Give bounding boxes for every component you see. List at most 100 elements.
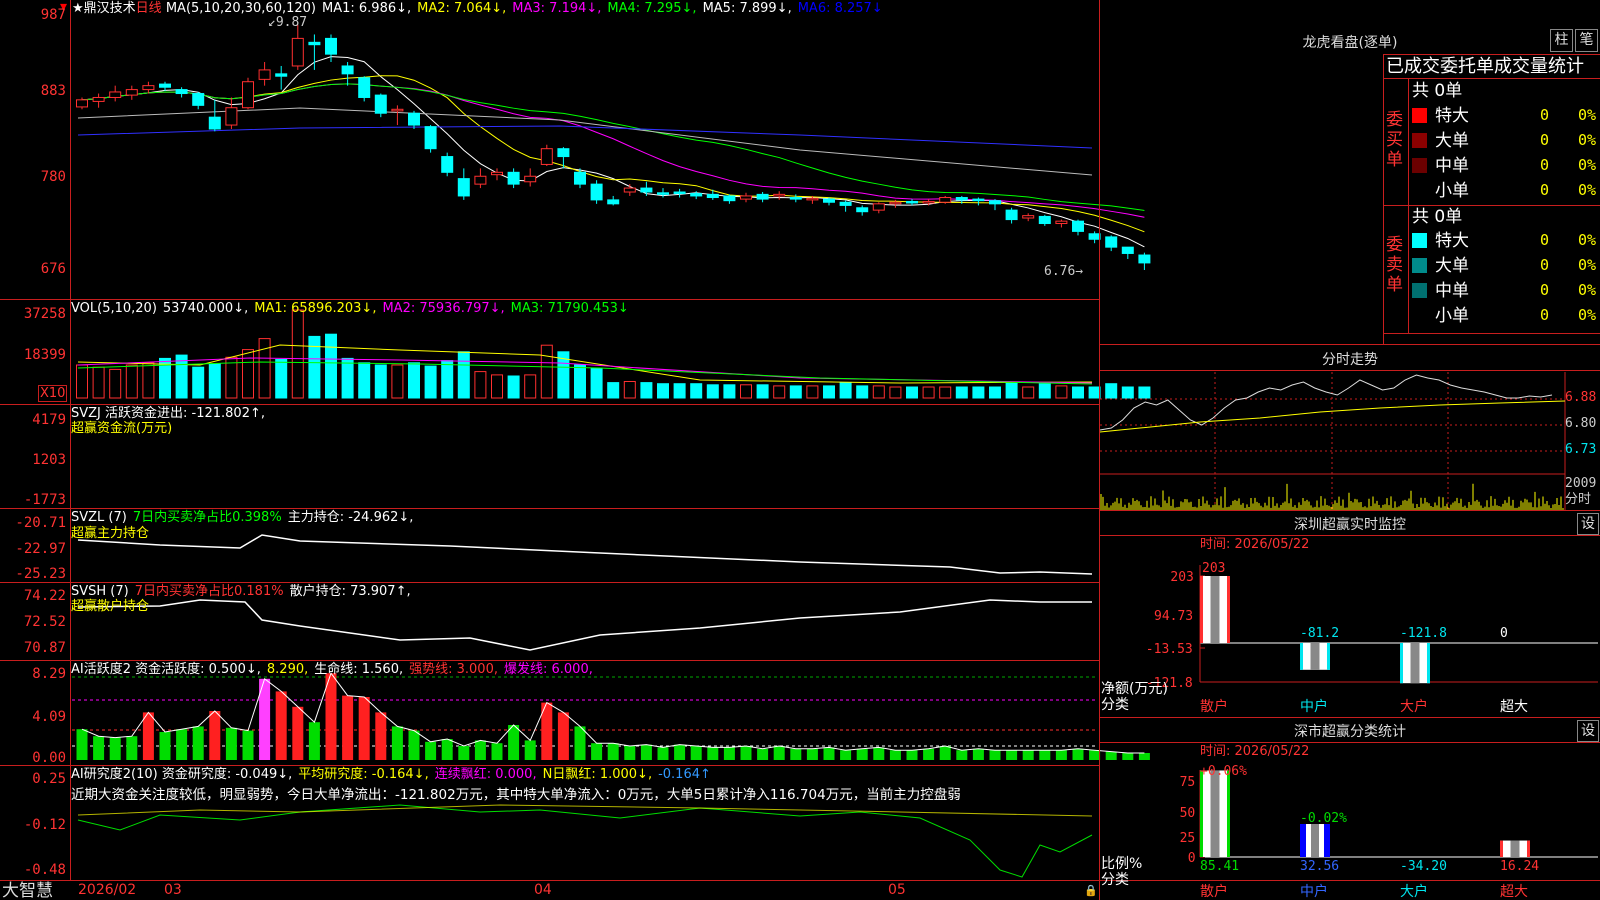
candle-body [839, 201, 852, 206]
research-bar [342, 818, 354, 823]
candle-body [657, 192, 669, 195]
divider [0, 582, 1099, 583]
activity-line [81, 672, 1145, 754]
fl-settings-button[interactable]: 设 [1577, 720, 1599, 742]
order-stat-row[interactable]: 大单 0 0% [1410, 255, 1600, 277]
sz-unit-label: 净额(万元) [1101, 681, 1168, 697]
candle-body [557, 148, 570, 158]
candle-body [607, 199, 620, 205]
candle-body [175, 89, 188, 95]
fund-flow-bar [792, 478, 799, 481]
date-tick: 2026/02 [78, 882, 137, 898]
order-stat-row[interactable]: 中单 0 0% [1410, 280, 1600, 302]
volume-bar [889, 386, 902, 399]
period-label[interactable]: 日线 [136, 1, 162, 16]
candle-body [1055, 220, 1068, 225]
volume-bar [1055, 385, 1068, 399]
candle-body [474, 175, 487, 185]
activity-bar [209, 711, 221, 760]
activity-bar [757, 748, 769, 760]
fund-flow-bar [975, 478, 982, 481]
research-bar [607, 818, 619, 826]
research-bar [939, 818, 951, 822]
research-bar [358, 818, 370, 822]
sz-bar [1327, 643, 1330, 670]
fund-flow-bar [394, 478, 401, 481]
axis-label: -0.48 [23, 862, 66, 878]
tick-view-button[interactable]: 笔 [1575, 29, 1598, 52]
volume-bar [1038, 383, 1051, 399]
activity-bar [707, 747, 719, 760]
axis-label: -1773 [23, 492, 66, 508]
candle-body [391, 108, 404, 112]
candle-body [441, 156, 454, 173]
activity-bar [624, 746, 636, 760]
activity-bar [1105, 751, 1117, 760]
divider [1099, 370, 1600, 371]
volume-bar [1138, 386, 1151, 399]
fund-flow-bar [1091, 472, 1098, 478]
research-bar [142, 804, 154, 818]
volume-bar [358, 362, 371, 399]
order-stat-row[interactable]: 中单 0 0% [1410, 155, 1600, 177]
axis-label: 37258 [23, 306, 66, 322]
fund-flow-bar [510, 478, 517, 480]
sz-axis-label: -13.53 [1146, 642, 1193, 657]
svsh-subtitle: 超赢散户持仓 [71, 599, 150, 614]
stock-name[interactable]: 鼎汉技术 [84, 1, 136, 16]
axis-label: 0.00 [32, 750, 66, 766]
sz-axis-label: 94.73 [1154, 609, 1193, 624]
activity-bar [790, 748, 802, 760]
activity-bar [292, 706, 304, 760]
activity-bar [275, 691, 287, 760]
activity-bar [458, 746, 470, 760]
price-low-label: 6.76→ [1044, 264, 1083, 279]
sz-bar [1310, 643, 1320, 670]
column-view-button[interactable]: 柱 [1550, 29, 1573, 52]
sz-category-label: 大户 [1400, 698, 1428, 715]
order-percent: 0% [1578, 231, 1597, 249]
activity-bar [574, 726, 586, 760]
fl-top-label: -0.02% [1300, 811, 1347, 826]
legend-item: 强势线: 3.000, [409, 662, 498, 677]
favorite-star-icon[interactable]: ★ [72, 1, 84, 16]
fl-axis-label: 0 [1188, 851, 1196, 866]
activity-bar [242, 730, 254, 760]
legend-item: 7日内买卖净占比0.181% [134, 584, 284, 599]
sz-settings-button[interactable]: 设 [1577, 513, 1599, 535]
research-bar [325, 818, 337, 822]
activity-bar [873, 747, 885, 760]
order-stat-row[interactable]: 大单 0 0% [1410, 130, 1600, 152]
fund-flow-bar [859, 478, 866, 481]
order-stat-row[interactable]: 特大 0 0% [1410, 230, 1600, 252]
volume-bar [789, 385, 802, 399]
fund-flow-bar [444, 475, 451, 478]
activity-bar [840, 750, 852, 760]
research-bar [541, 810, 553, 818]
axis-label: 70.87 [23, 640, 66, 656]
lock-icon[interactable]: 🔒 [1084, 883, 1098, 898]
candle-body [955, 197, 968, 201]
activity-bar [889, 750, 901, 760]
candle-body [457, 178, 470, 197]
fund-flow-bar [361, 478, 368, 482]
candle-body [1105, 236, 1118, 248]
candle-body [590, 183, 603, 201]
svzj-subtitle: 超赢资金流(万元) [71, 421, 173, 436]
sz-bar [1400, 643, 1403, 684]
research-bar [757, 818, 769, 822]
order-stat-row[interactable]: 特大 0 0% [1410, 105, 1600, 127]
order-stat-row[interactable]: 小单 0 0% [1410, 180, 1600, 202]
intraday-price-mid: 6.80 [1565, 416, 1597, 431]
volume-bar [740, 384, 752, 399]
candle-body [823, 198, 835, 203]
legend-item: MA5: 7.899↓, [702, 1, 792, 16]
candle-body [756, 193, 769, 200]
fund-flow-bar [294, 478, 301, 481]
legend-item: 8.290, [266, 662, 309, 677]
research-bar [956, 818, 968, 824]
intraday-volume-unit: 分时 [1565, 492, 1592, 507]
order-stat-row[interactable]: 小单 0 0% [1410, 305, 1600, 327]
research-bar [425, 818, 437, 826]
research-bar [308, 818, 320, 820]
